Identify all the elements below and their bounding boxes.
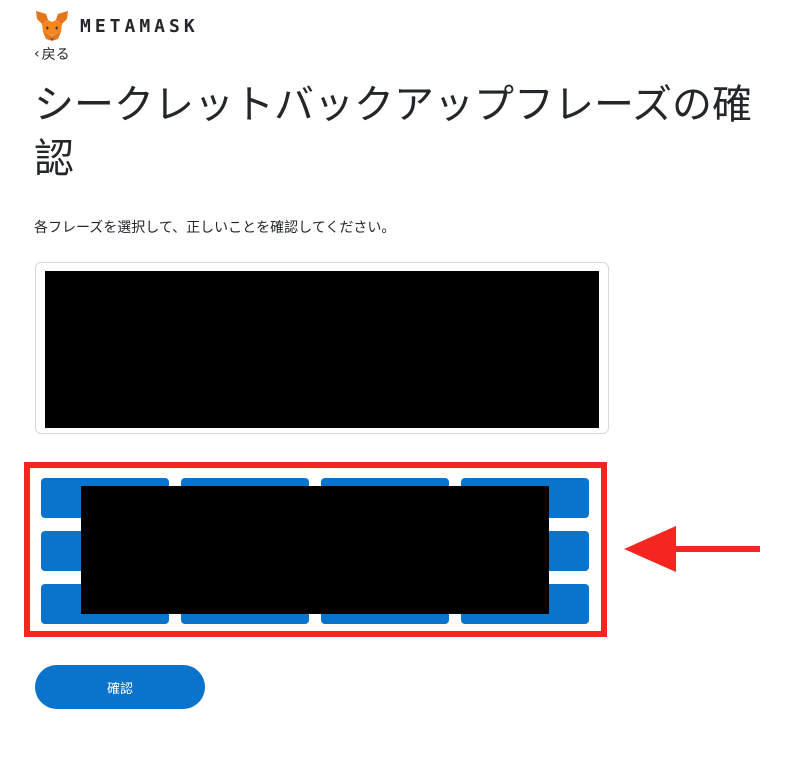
metamask-logo: METAMASK bbox=[34, 10, 199, 42]
metamask-fox-icon bbox=[36, 11, 68, 41]
metamask-wordmark: METAMASK bbox=[80, 15, 199, 37]
back-label: 戻る bbox=[41, 47, 70, 63]
left-arrow-icon bbox=[624, 526, 760, 572]
page-title: シークレットバックアップフレーズの確認 bbox=[34, 82, 752, 182]
selected-phrase-area bbox=[35, 262, 609, 434]
instruction-text: 各フレーズを選択して、正しいことを確認してください。 bbox=[34, 220, 396, 236]
redacted-selected-words bbox=[45, 271, 599, 428]
chevron-left-icon: ‹ bbox=[34, 46, 40, 62]
annotation-highlight-box bbox=[24, 462, 607, 637]
back-button[interactable]: ‹ 戻る bbox=[34, 44, 70, 64]
confirm-button[interactable]: 確認 bbox=[35, 665, 205, 709]
